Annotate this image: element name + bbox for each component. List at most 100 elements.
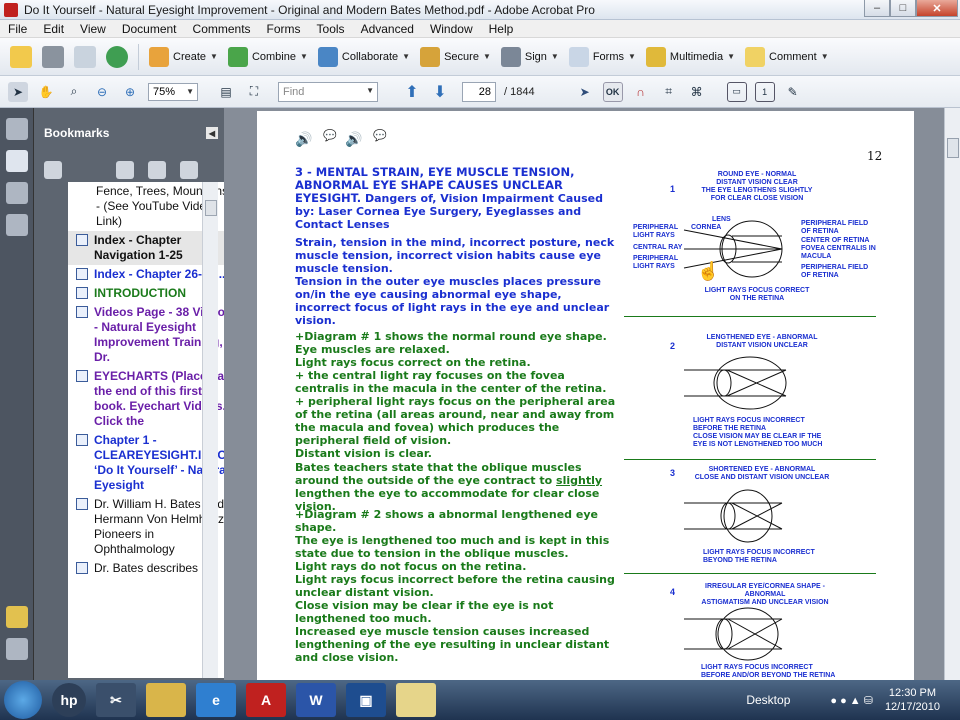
note-icon[interactable]: 💬	[373, 129, 387, 142]
select-tool-icon[interactable]: ➤	[8, 81, 28, 102]
hand-tool-icon[interactable]: ✋	[36, 82, 56, 102]
minimize-button[interactable]: –	[864, 0, 890, 17]
find-input[interactable]: Find ▼	[278, 81, 378, 102]
form-number-icon[interactable]: 1	[754, 81, 775, 102]
label-center-of-retina: CENTER OF RETINA FOVEA CENTRALIS IN MACU…	[801, 237, 876, 260]
bookmarks-scrollbar[interactable]	[202, 182, 218, 678]
paragraph-1: Strain, tension in the mind, incorrect p…	[295, 236, 615, 275]
comment-button[interactable]: Comment ▼	[745, 46, 829, 67]
audio-icon[interactable]: 🔊	[295, 131, 312, 148]
open-folder-icon[interactable]	[10, 45, 32, 68]
attach-icon[interactable]: ⌘	[687, 82, 707, 102]
hp-app-icon[interactable]: hp	[52, 683, 86, 717]
new-bookmark-icon[interactable]	[148, 161, 166, 179]
figure-4-bottom: LIGHT RAYS FOCUS INCORRECT BEFORE AND/OR…	[701, 664, 836, 679]
task-toolbar: Create ▼ Combine ▼ Collaborate ▼ Secure ▼ Si…	[0, 38, 960, 76]
page-number-input[interactable]: 28	[462, 81, 496, 102]
shortened-eye-diagram	[684, 489, 783, 543]
menu-view[interactable]: View	[80, 22, 106, 36]
collaborate-button[interactable]: Collaborate ▼	[317, 46, 410, 67]
maximize-button[interactable]: □	[890, 0, 916, 17]
menu-window[interactable]: Window	[430, 22, 473, 36]
page-icon	[76, 498, 88, 510]
signatures-icon[interactable]	[6, 214, 28, 236]
menu-comments[interactable]: Comments	[193, 22, 251, 36]
figure-divider	[624, 316, 876, 317]
pen-icon	[500, 46, 521, 67]
app-taskbar-icon[interactable]: ▣	[346, 683, 386, 717]
text-field-icon[interactable]: ▭	[726, 81, 747, 102]
email-icon[interactable]	[74, 45, 96, 68]
multimedia-button[interactable]: Multimedia ▼	[645, 46, 735, 67]
previous-page-icon[interactable]: ⬆	[402, 82, 422, 102]
figure-3-caption: SHORTENED EYE - ABNORMAL CLOSE AND DISTA…	[694, 466, 830, 481]
marquee-zoom-icon[interactable]: ⌕	[64, 82, 84, 102]
magnet-icon[interactable]: ∩	[631, 82, 651, 102]
layers-icon[interactable]	[6, 182, 28, 204]
edit-form-icon[interactable]: ✎	[783, 82, 803, 102]
page-icon	[76, 562, 88, 574]
sign-button[interactable]: Sign ▼	[500, 46, 559, 67]
start-button[interactable]	[4, 681, 42, 719]
globe-icon[interactable]	[106, 45, 128, 68]
tray-icons[interactable]: ● ● ▲ ⛁	[830, 694, 873, 707]
menu-edit[interactable]: Edit	[43, 22, 64, 36]
acrobat-app-icon	[4, 2, 18, 17]
note-icon[interactable]: 💬	[323, 129, 337, 142]
expand-bookmark-icon[interactable]	[180, 161, 198, 179]
bookmarks-toolbar	[34, 158, 224, 182]
zoom-out-icon[interactable]: ⊖	[92, 82, 112, 102]
folder-taskbar-icon[interactable]	[396, 683, 436, 717]
secure-button[interactable]: Secure ▼	[420, 46, 491, 67]
zoom-in-icon[interactable]: ⊕	[120, 82, 140, 102]
bookmarks-icon[interactable]	[6, 150, 28, 172]
combine-button[interactable]: Combine ▼	[227, 46, 308, 67]
document-scrollbar[interactable]	[944, 108, 960, 680]
clock[interactable]: 12:30 PM 12/17/2010	[885, 686, 940, 714]
zoom-level-select[interactable]: 75% ▼	[148, 82, 198, 101]
irregular-eye-diagram	[684, 607, 783, 661]
acrobat-taskbar-icon[interactable]: A	[246, 683, 286, 717]
options-gear-icon[interactable]	[44, 161, 62, 179]
ok-button-icon[interactable]: OK	[602, 81, 623, 102]
create-icon	[149, 46, 169, 67]
internet-explorer-icon[interactable]: e	[196, 683, 236, 717]
print-icon[interactable]	[42, 45, 64, 68]
menu-tools[interactable]: Tools	[317, 22, 345, 36]
create-button[interactable]: Create ▼	[149, 46, 218, 67]
scroll-thumb[interactable]	[947, 138, 959, 158]
menu-file[interactable]: File	[8, 22, 27, 36]
delete-bookmark-icon[interactable]	[116, 161, 134, 179]
pages-icon[interactable]	[6, 118, 28, 140]
page-icon	[76, 268, 88, 280]
attachments-icon[interactable]	[6, 638, 28, 660]
fit-width-icon[interactable]: ▤	[216, 82, 236, 102]
figure-2-caption: LENGTHENED EYE - ABNORMAL DISTANT VISION…	[706, 334, 818, 349]
comments-icon[interactable]	[6, 606, 28, 628]
scroll-thumb[interactable]	[205, 200, 217, 216]
menu-document[interactable]: Document	[122, 22, 177, 36]
close-button[interactable]: ✕	[916, 0, 958, 17]
comment-icon	[745, 46, 766, 67]
snipping-tool-icon[interactable]: ✂	[96, 683, 136, 717]
figure-number: 1	[670, 184, 676, 194]
audio-icon[interactable]: 🔊	[345, 131, 362, 148]
label-peripheral-field-2: PERIPHERAL FIELD OF RETINA	[801, 264, 869, 279]
panel-collapse-button[interactable]: ◀	[206, 127, 218, 139]
window-titlebar: Do It Yourself - Natural Eyesight Improv…	[0, 0, 960, 20]
next-page-icon[interactable]: ⬇	[430, 82, 450, 102]
crop-icon[interactable]: ⌗	[659, 82, 679, 102]
file-explorer-icon[interactable]	[146, 683, 186, 717]
document-viewport: 🔊 💬 🔊 💬 12 3 - MENTAL STRAIN, EYE MUSCLE…	[224, 108, 944, 680]
page-number: 12	[867, 149, 883, 163]
word-taskbar-icon[interactable]: W	[296, 683, 336, 717]
paragraph-3: +Diagram # 1 shows the normal round eye …	[295, 330, 616, 460]
menu-advanced[interactable]: Advanced	[361, 22, 414, 36]
desktop-toolbar[interactable]: Desktop	[746, 693, 790, 707]
figure-3-bottom: LIGHT RAYS FOCUS INCORRECT BEYOND THE RE…	[703, 549, 815, 564]
cursor-tool-icon[interactable]: ➤	[575, 82, 595, 102]
full-screen-icon[interactable]: ⛶	[244, 82, 264, 102]
forms-button[interactable]: Forms ▼	[568, 46, 636, 67]
menu-help[interactable]: Help	[489, 22, 514, 36]
menu-forms[interactable]: Forms	[267, 22, 301, 36]
